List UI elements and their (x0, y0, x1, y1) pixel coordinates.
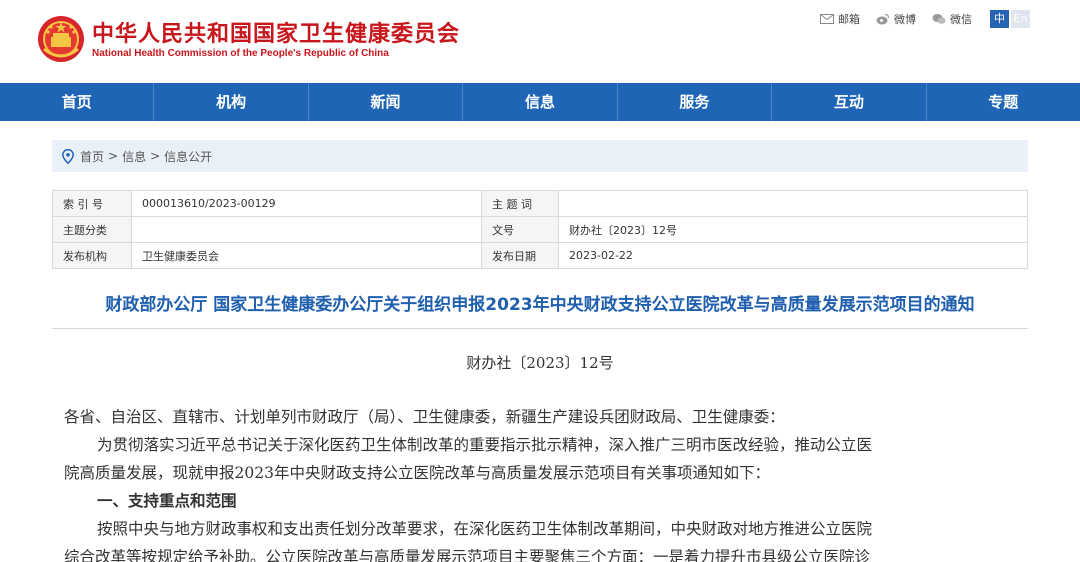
document-title: 财政部办公厅 国家卫生健康委办公厅关于组织申报2023年中央财政支持公立医院改革… (105, 295, 975, 315)
docno-label: 文号 (481, 216, 559, 243)
subject-label: 主 题 词 (481, 190, 559, 217)
table-row: 主题分类 文号 财办社〔2023〕12号 (52, 216, 1028, 243)
lang-en-button[interactable]: En (1011, 10, 1030, 28)
mail-link[interactable]: 邮箱 (820, 11, 860, 27)
index-label: 索 引 号 (52, 190, 132, 217)
document-number: 财办社〔2023〕12号 (466, 354, 614, 372)
site-title-cn[interactable]: 中华人民共和国国家卫生健康委员会 (92, 16, 460, 48)
weibo-link[interactable]: 微博 (876, 11, 916, 27)
lang-cn-button[interactable]: 中 (990, 10, 1009, 28)
docno-value: 财办社〔2023〕12号 (558, 216, 1028, 243)
breadcrumb-home[interactable]: 首页 (80, 148, 104, 165)
paragraph-intro: 为贯彻落实习近平总书记关于深化医药卫生体制改革的重要指示批示精神，深入推广三明市… (97, 436, 873, 454)
nav-item-news[interactable]: 新闻 (309, 83, 464, 121)
wechat-link[interactable]: 微信 (932, 11, 972, 27)
date-value: 2023-02-22 (558, 242, 1028, 269)
weibo-icon (876, 13, 890, 25)
main-nav: 首页 机构 新闻 信息 服务 互动 专题 (0, 83, 1080, 121)
nav-item-services[interactable]: 服务 (618, 83, 773, 121)
document-body: 各省、自治区、直辖市、计划单列市财政厅（局）、卫生健康委，新疆生产建设兵团财政局… (64, 403, 1024, 562)
weibo-label: 微博 (894, 13, 916, 26)
site-header: 中华人民共和国国家卫生健康委员会 National Health Commiss… (0, 0, 1080, 83)
paragraph-addressees: 各省、自治区、直辖市、计划单列市财政厅（局）、卫生健康委，新疆生产建设兵团财政局… (64, 408, 785, 426)
index-value: 000013610/2023-00129 (131, 190, 482, 217)
nav-item-topics[interactable]: 专题 (927, 83, 1080, 121)
nav-item-organization[interactable]: 机构 (154, 83, 309, 121)
language-switch: 中 En (990, 10, 1030, 28)
nav-item-home[interactable]: 首页 (0, 83, 155, 121)
paragraph-section-1: 按照中央与地方财政事权和支出责任划分改革要求，在深化医药卫生体制改革期间，中央财… (97, 520, 873, 538)
table-row: 发布机构 卫生健康委员会 发布日期 2023-02-22 (52, 242, 1028, 269)
date-label: 发布日期 (481, 242, 559, 269)
paragraph-section-1-cont: 综合改革等按规定给予补助。公立医院改革与高质量发展示范项目主要聚焦三个方面：一是… (64, 548, 871, 562)
subject-value (558, 190, 1028, 217)
nav-item-interaction[interactable]: 互动 (772, 83, 927, 121)
location-pin-icon (62, 148, 74, 164)
category-label: 主题分类 (52, 216, 132, 243)
publisher-label: 发布机构 (52, 242, 132, 269)
document-meta-table: 索 引 号 000013610/2023-00129 主 题 词 主题分类 文号… (52, 190, 1028, 269)
publisher-value: 卫生健康委员会 (131, 242, 482, 269)
mail-icon (820, 14, 834, 24)
title-divider (52, 328, 1028, 329)
wechat-label: 微信 (950, 13, 972, 26)
breadcrumb-separator: > (108, 149, 119, 163)
breadcrumb-information[interactable]: 信息 (122, 148, 146, 165)
nav-item-information[interactable]: 信息 (463, 83, 618, 121)
section-heading: 一、支持重点和范围 (97, 492, 237, 510)
site-title-en[interactable]: National Health Commission of the People… (92, 48, 389, 59)
breadcrumb: 首页 > 信息 > 信息公开 (52, 140, 1028, 172)
top-links: 邮箱 微博 微信 中 En (804, 10, 1030, 28)
national-emblem-logo[interactable] (36, 13, 86, 65)
breadcrumb-disclosure[interactable]: 信息公开 (164, 148, 212, 165)
mail-label: 邮箱 (838, 13, 860, 26)
wechat-icon (932, 14, 946, 24)
category-value (131, 216, 482, 243)
breadcrumb-separator: > (150, 149, 161, 163)
paragraph-intro-cont: 院高质量发展，现就申报2023年中央财政支持公立医院改革与高质量发展示范项目有关… (64, 464, 770, 482)
table-row: 索 引 号 000013610/2023-00129 主 题 词 (52, 190, 1028, 217)
